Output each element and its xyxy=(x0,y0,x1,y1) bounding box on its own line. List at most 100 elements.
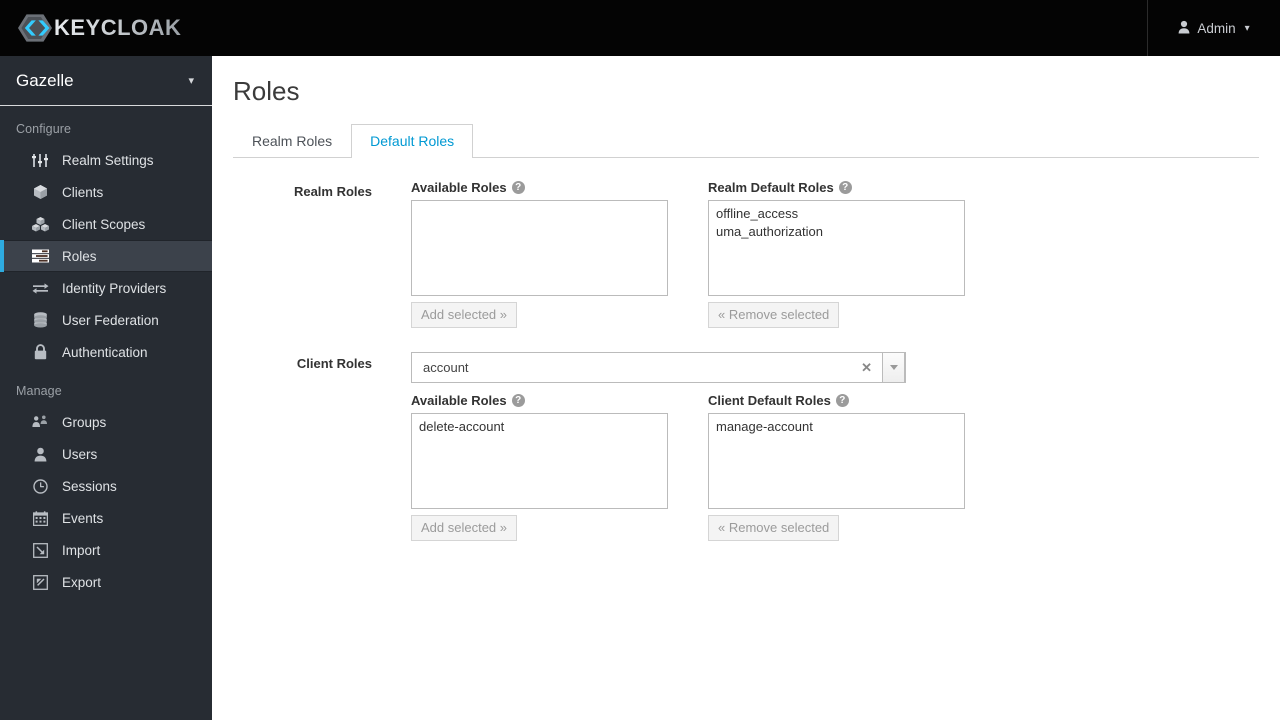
sidebar-item-authentication[interactable]: Authentication xyxy=(0,336,212,368)
brand-title: KEYCLOAK xyxy=(54,15,182,40)
sidebar-item-users[interactable]: Users xyxy=(0,438,212,470)
client-roles-row-label: Client Roles xyxy=(296,356,372,371)
cube-icon xyxy=(31,183,49,201)
client-available-roles-group: Available Roles ? delete-account Add sel… xyxy=(411,393,668,541)
realm-default-roles-group: Realm Default Roles ? offline_access uma… xyxy=(708,180,965,328)
realm-default-roles-listbox[interactable]: offline_access uma_authorization xyxy=(708,200,965,296)
realm-available-roles-group: Available Roles ? Add selected » xyxy=(411,180,668,328)
clear-x-icon[interactable]: ✕ xyxy=(861,353,872,382)
sidebar-item-client-scopes[interactable]: Client Scopes xyxy=(0,208,212,240)
realm-default-roles-label: Realm Default Roles xyxy=(708,180,834,195)
chevron-down-icon: ▾ xyxy=(188,75,194,87)
keycloak-logo-svg xyxy=(18,14,52,42)
list-item[interactable]: offline_access xyxy=(714,205,961,223)
realm-available-roles-header: Available Roles ? xyxy=(411,180,668,195)
client-add-selected-button[interactable]: Add selected » xyxy=(411,515,518,541)
page-title: Roles xyxy=(233,76,300,106)
client-available-roles-header: Available Roles ? xyxy=(411,393,668,408)
lock-icon xyxy=(31,343,49,361)
tab-realm-roles[interactable]: Realm Roles xyxy=(233,124,351,158)
realm-available-roles-listbox[interactable] xyxy=(411,200,668,296)
sidebar-item-label: Client Scopes xyxy=(62,216,146,232)
client-remove-selected-button[interactable]: « Remove selected xyxy=(708,515,840,541)
exchange-arrows-icon xyxy=(31,279,49,297)
header-user-area: Admin ▾ xyxy=(1147,0,1280,56)
client-default-roles-label: Client Default Roles xyxy=(708,393,831,408)
top-header-bar: KEYCLOAK Admin ▾ xyxy=(0,0,1280,56)
sidebar-item-user-federation[interactable]: User Federation xyxy=(0,304,212,336)
sidebar-section-configure: Configure xyxy=(16,122,72,136)
sidebar-item-label: Authentication xyxy=(62,344,148,360)
help-circle-icon[interactable]: ? xyxy=(511,394,525,407)
client-roles-columns: account ✕ Available Roles ? delete-accou… xyxy=(411,352,965,541)
main-content-area: Roles Realm Roles Default Roles Realm Ro… xyxy=(212,56,1280,720)
sidebar-item-label: Import xyxy=(62,542,101,558)
client-default-roles-group: Client Default Roles ? manage-account « … xyxy=(708,393,965,541)
realm-add-selected-button[interactable]: Add selected » xyxy=(411,302,518,328)
help-circle-icon[interactable]: ? xyxy=(511,181,525,194)
sidebar-item-import[interactable]: Import xyxy=(0,534,212,566)
sidebar-item-label: Identity Providers xyxy=(62,280,167,296)
sidebar-item-groups[interactable]: Groups xyxy=(0,406,212,438)
client-available-roles-label: Available Roles xyxy=(411,393,507,408)
keycloak-hexagon-logo-icon xyxy=(18,11,52,45)
client-select[interactable]: account ✕ xyxy=(411,352,906,383)
roles-list-icon xyxy=(31,247,49,265)
realm-available-roles-label: Available Roles xyxy=(411,180,507,195)
sidebar-item-label: User Federation xyxy=(62,312,159,328)
sidebar-item-sessions[interactable]: Sessions xyxy=(0,470,212,502)
client-default-roles-header: Client Default Roles ? xyxy=(708,393,965,408)
calendar-icon xyxy=(31,509,49,527)
admin-user-menu[interactable]: Admin ▾ xyxy=(1178,20,1250,37)
chevron-down-icon: ▾ xyxy=(1244,22,1250,34)
help-circle-icon[interactable]: ? xyxy=(835,394,849,407)
realm-roles-row: Realm Roles Available Roles ? Add select… xyxy=(212,180,1280,328)
client-default-roles-listbox[interactable]: manage-account xyxy=(708,413,965,509)
realm-roles-row-label: Realm Roles xyxy=(293,184,372,199)
sidebar-item-label: Groups xyxy=(62,414,107,430)
realm-remove-selected-button[interactable]: « Remove selected xyxy=(708,302,840,328)
sidebar-item-label: Events xyxy=(62,510,104,526)
clock-icon xyxy=(31,477,49,495)
sidebar-section-manage: Manage xyxy=(16,384,62,398)
realm-default-roles-header: Realm Default Roles ? xyxy=(708,180,965,195)
sidebar-item-realm-settings[interactable]: Realm Settings xyxy=(0,144,212,176)
sidebar-item-label: Roles xyxy=(62,248,97,264)
brand-logo-link[interactable]: KEYCLOAK xyxy=(18,0,181,56)
list-item[interactable]: uma_authorization xyxy=(714,223,961,241)
list-item[interactable]: delete-account xyxy=(417,418,664,436)
sidebar-item-events[interactable]: Events xyxy=(0,502,212,534)
tab-default-roles[interactable]: Default Roles xyxy=(351,124,474,158)
admin-user-label: Admin xyxy=(1197,20,1236,36)
sidebar-navigation: Gazelle ▾ Configure Realm Settings Clien… xyxy=(0,56,212,720)
client-available-roles-listbox[interactable]: delete-account xyxy=(411,413,668,509)
sub-spacer xyxy=(411,383,965,393)
default-roles-form: Realm Roles Available Roles ? Add select… xyxy=(212,158,1280,541)
sidebar-item-label: Realm Settings xyxy=(62,152,154,168)
sidebar-item-roles[interactable]: Roles xyxy=(0,240,212,272)
client-roles-row: Client Roles account ✕ Available Roles ? xyxy=(212,352,1280,541)
tab-bar: Realm Roles Default Roles xyxy=(233,123,1259,158)
sidebar-item-label: Export xyxy=(62,574,102,590)
sidebar-item-clients[interactable]: Clients xyxy=(0,176,212,208)
import-arrow-icon xyxy=(31,541,49,559)
user-icon xyxy=(31,445,49,463)
user-icon xyxy=(1178,20,1190,37)
group-users-icon xyxy=(31,413,49,431)
caret-down-icon[interactable] xyxy=(882,352,905,383)
sidebar-item-label: Users xyxy=(62,446,98,462)
client-roles-listboxes: Available Roles ? delete-account Add sel… xyxy=(411,393,965,541)
list-item[interactable]: manage-account xyxy=(714,418,961,436)
sidebar-item-label: Clients xyxy=(62,184,104,200)
sidebar-item-label: Sessions xyxy=(62,478,117,494)
export-arrow-icon xyxy=(31,573,49,591)
realm-roles-columns: Available Roles ? Add selected » Realm D… xyxy=(411,180,965,328)
sliders-icon xyxy=(31,151,49,169)
help-circle-icon[interactable]: ? xyxy=(838,181,852,194)
database-icon xyxy=(31,311,49,329)
realm-selector[interactable]: Gazelle ▾ xyxy=(0,56,212,106)
sidebar-item-identity-providers[interactable]: Identity Providers xyxy=(0,272,212,304)
sidebar-item-export[interactable]: Export xyxy=(0,566,212,598)
client-select-value: account xyxy=(423,360,469,375)
user-icon-svg xyxy=(1178,20,1190,33)
